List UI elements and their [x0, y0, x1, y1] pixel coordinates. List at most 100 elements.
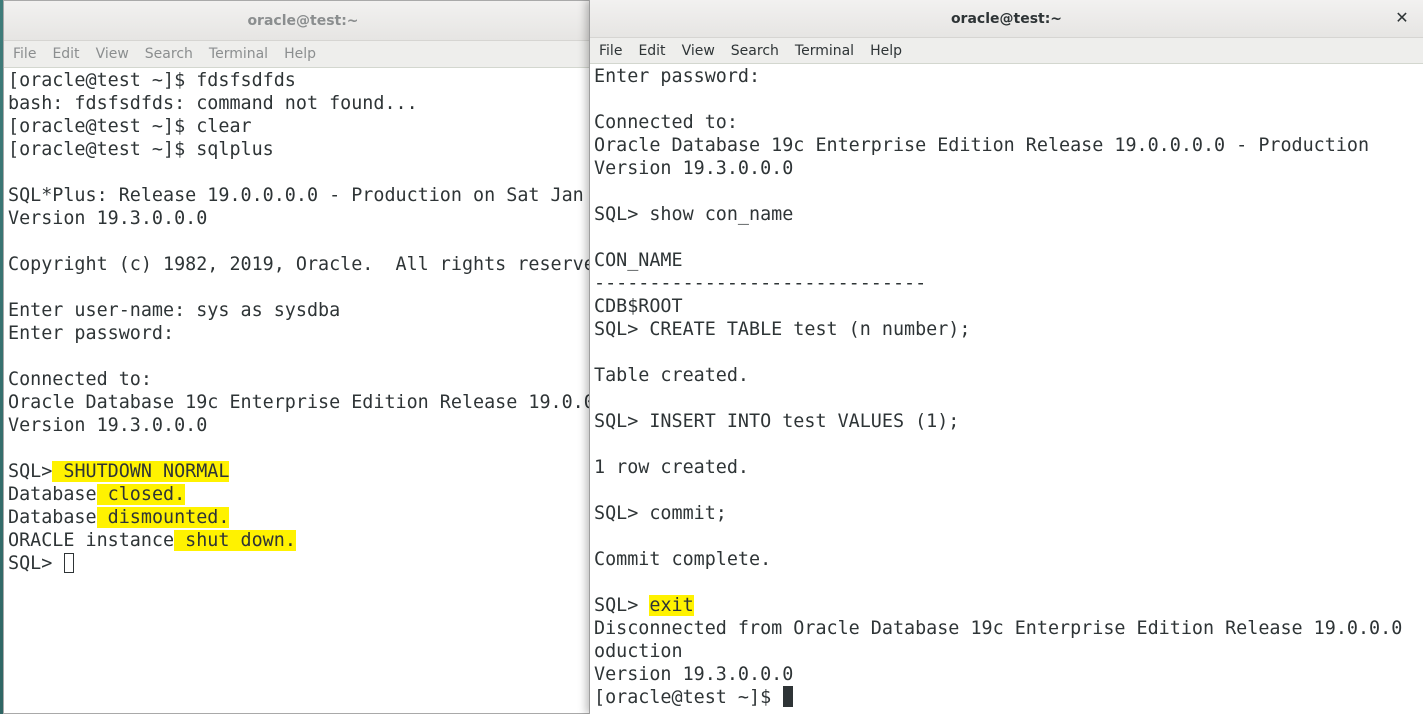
menu-view[interactable]: View	[88, 46, 137, 62]
terminal-text: Database	[8, 507, 97, 528]
terminal-text: Version 19.3.0.0.0	[8, 415, 208, 436]
terminal-text: Version 19.3.0.0.0	[594, 664, 794, 685]
terminal-output[interactable]: [oracle@test ~]$ fdsfsdfds bash: fdsfsdfd…	[4, 68, 602, 575]
terminal-window-left[interactable]: oracle@test:~ File Edit View Search Term…	[3, 0, 603, 714]
menu-help[interactable]: Help	[862, 43, 910, 59]
terminal-line: Version 19.3.0.0.0	[594, 663, 1423, 686]
terminal-text: Commit complete.	[594, 549, 772, 570]
title-bar[interactable]: oracle@test:~ ✕	[590, 0, 1423, 38]
terminal-line: 1 row created.	[594, 456, 1423, 479]
menu-search[interactable]: Search	[137, 46, 201, 62]
terminal-line: Enter user-name: sys as sysdba	[8, 299, 602, 322]
text-cursor	[64, 553, 75, 573]
terminal-line: ------------------------------	[594, 272, 1423, 295]
menu-terminal[interactable]: Terminal	[787, 43, 862, 59]
terminal-line: SQL*Plus: Release 19.0.0.0.0 - Productio…	[8, 184, 602, 207]
menu-search[interactable]: Search	[723, 43, 787, 59]
terminal-line: [oracle@test ~]$ fdsfsdfds	[8, 69, 602, 92]
terminal-line: [oracle@test ~]$	[594, 686, 1423, 709]
terminal-line: Table created.	[594, 364, 1423, 387]
terminal-line: SQL> show con_name	[594, 203, 1423, 226]
terminal-line: SQL> SHUTDOWN NORMAL	[8, 460, 602, 483]
terminal-line: SQL> CREATE TABLE test (n number);	[594, 318, 1423, 341]
terminal-text: [oracle@test ~]$ clear	[8, 116, 252, 137]
terminal-line: Copyright (c) 1982, 2019, Oracle. All ri…	[8, 253, 602, 276]
terminal-line: [oracle@test ~]$ clear	[8, 115, 602, 138]
terminal-text: oduction	[594, 641, 683, 662]
terminal-text: SQL> INSERT INTO test VALUES (1);	[594, 411, 960, 432]
terminal-text: ------------------------------	[594, 273, 927, 294]
terminal-text: Copyright (c) 1982, 2019, Oracle. All ri…	[8, 254, 595, 275]
terminal-line: CON_NAME	[594, 249, 1423, 272]
menu-file[interactable]: File	[5, 46, 44, 62]
highlighted-text: dismounted.	[96, 507, 230, 528]
terminal-line: Connected to:	[594, 111, 1423, 134]
menu-edit[interactable]: Edit	[630, 43, 673, 59]
terminal-line: Database dismounted.	[8, 506, 602, 529]
menu-view[interactable]: View	[674, 43, 723, 59]
terminal-line: Disconnected from Oracle Database 19c En…	[594, 617, 1423, 640]
terminal-text: Enter user-name: sys as sysdba	[8, 300, 341, 321]
close-icon[interactable]: ✕	[1393, 9, 1411, 27]
terminal-text: ORACLE instance	[8, 530, 175, 551]
terminal-text: SQL*Plus: Release 19.0.0.0.0 - Productio…	[8, 185, 584, 206]
terminal-text: SQL>	[594, 595, 650, 616]
terminal-text: CON_NAME	[594, 250, 683, 271]
terminal-line: Enter password:	[8, 322, 602, 345]
terminal-line: oduction	[594, 640, 1423, 663]
desktop: oracle@test:~ File Edit View Search Term…	[0, 0, 1423, 714]
terminal-line: Version 19.3.0.0.0	[594, 157, 1423, 180]
terminal-line: CDB$ROOT	[594, 295, 1423, 318]
terminal-line: bash: fdsfsdfds: command not found...	[8, 92, 602, 115]
menu-bar: File Edit View Search Terminal Help	[590, 38, 1423, 64]
title-bar[interactable]: oracle@test:~	[4, 1, 602, 41]
terminal-line: Database closed.	[8, 483, 602, 506]
terminal-line: Connected to:	[8, 368, 602, 391]
terminal-line: SQL>	[8, 552, 602, 575]
terminal-line: ORACLE instance shut down.	[8, 529, 602, 552]
window-title: oracle@test:~	[950, 10, 1063, 27]
terminal-line: Enter password:	[594, 65, 1423, 88]
terminal-text: Version 19.3.0.0.0	[8, 208, 208, 229]
terminal-text: SQL> show con_name	[594, 204, 794, 225]
terminal-line: Oracle Database 19c Enterprise Edition R…	[8, 391, 602, 414]
text-cursor	[783, 686, 794, 707]
terminal-text: Connected to:	[594, 112, 738, 133]
terminal-line: Version 19.3.0.0.0	[8, 207, 602, 230]
terminal-text: bash: fdsfsdfds: command not found...	[8, 93, 418, 114]
highlighted-text: closed.	[96, 484, 186, 505]
terminal-line: SQL> exit	[594, 594, 1423, 617]
menu-terminal[interactable]: Terminal	[201, 46, 276, 62]
terminal-line: SQL> INSERT INTO test VALUES (1);	[594, 410, 1423, 433]
menu-help[interactable]: Help	[276, 46, 324, 62]
terminal-window-right[interactable]: oracle@test:~ ✕ File Edit View Search Te…	[589, 0, 1423, 714]
highlighted-text: shut down.	[174, 530, 296, 551]
terminal-text: SQL> CREATE TABLE test (n number);	[594, 319, 971, 340]
terminal-text: 1 row created.	[594, 457, 750, 478]
menu-edit[interactable]: Edit	[44, 46, 87, 62]
terminal-text: Enter password:	[594, 66, 761, 87]
terminal-text: Oracle Database 19c Enterprise Edition R…	[594, 135, 1370, 156]
terminal-text: Disconnected from Oracle Database 19c En…	[594, 618, 1403, 639]
highlighted-text: exit	[649, 595, 694, 616]
terminal-line: Version 19.3.0.0.0	[8, 414, 602, 437]
terminal-output[interactable]: Enter password: Connected to: Oracle Datab…	[590, 64, 1423, 709]
terminal-text: Enter password:	[8, 323, 175, 344]
terminal-text: Table created.	[594, 365, 750, 386]
menu-bar: File Edit View Search Terminal Help	[4, 41, 602, 68]
menu-file[interactable]: File	[591, 43, 630, 59]
terminal-line: [oracle@test ~]$ sqlplus	[8, 138, 602, 161]
terminal-line: Commit complete.	[594, 548, 1423, 571]
terminal-line: SQL> commit;	[594, 502, 1423, 525]
